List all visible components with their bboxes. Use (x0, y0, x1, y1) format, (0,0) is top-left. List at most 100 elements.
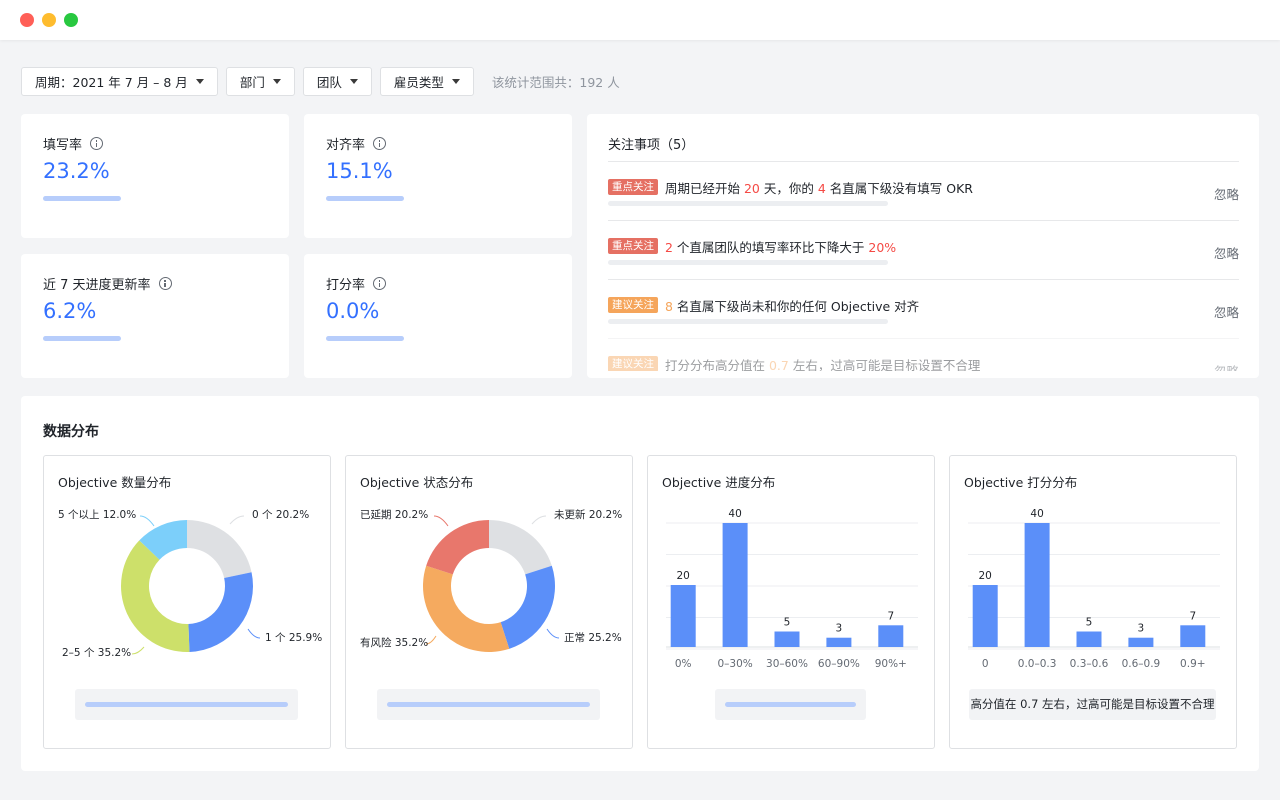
kpi-title: 打分率 (326, 274, 387, 293)
focus-text-segment: 天，你的 (759, 181, 818, 196)
focus-highlight-value: 2 (665, 240, 673, 255)
objective-count-donut-chart: 0 个 20.2% 1 个 25.9% 2–5 个 35.2% 5 个以上 12.0% (58, 509, 322, 659)
chart-title: Objective 状态分布 (360, 475, 474, 490)
slice-label-leader (131, 646, 145, 655)
bar[interactable] (670, 585, 696, 647)
slice-label-leader (139, 515, 155, 527)
bar-value-label: 7 (887, 610, 894, 622)
focus-highlight-value: 4 (817, 181, 826, 196)
bar[interactable] (1128, 637, 1154, 647)
bar[interactable] (826, 637, 852, 647)
bar[interactable] (878, 625, 904, 647)
footer-placeholder-bar (387, 702, 590, 707)
slice-label: 0 个 20.2% (252, 509, 309, 521)
ignore-button[interactable]: 忽略 (1214, 243, 1239, 262)
focus-text-segment: 打分分布高分值在 (665, 358, 769, 371)
category-tick-label: 60–90% (818, 658, 860, 670)
kpi-value: 6.2% (43, 299, 97, 323)
maximize-window-button[interactable] (64, 13, 78, 27)
slice-label: 有风险 35.2% (360, 636, 428, 649)
employee-type-dropdown[interactable]: 雇员类型 (379, 67, 474, 96)
kpi-value: 15.1% (326, 159, 393, 183)
slice-label: 已延期 20.2% (360, 509, 428, 521)
donut-slice[interactable] (489, 520, 552, 575)
footer-placeholder-bar (85, 702, 288, 707)
bar[interactable] (1180, 625, 1206, 647)
kpi-label: 近 7 天进度更新率 (43, 278, 151, 293)
kpi-value: 0.0% (326, 299, 380, 323)
team-dropdown[interactable]: 团队 (302, 67, 372, 96)
objective-score-bar-chart: 20 0 40 0.0–0.3 5 0.3–0.6 3 0.6–0.9 7 0.9+ (968, 508, 1220, 670)
kpi-label: 打分率 (326, 278, 366, 293)
ignore-button[interactable]: 忽略 (1214, 361, 1239, 371)
focus-priority-tag: 建议关注 (608, 356, 658, 371)
caret-down-icon (195, 79, 204, 84)
focus-placeholder-bar (608, 201, 888, 206)
close-window-button[interactable] (20, 13, 34, 27)
bar-value-label: 5 (784, 617, 791, 629)
filter-bar: 周期：2021 年 7 月 – 8 月 部门 团队 雇员类型 该统计范围共：19… (21, 67, 620, 96)
slice-label: 1 个 25.9% (265, 632, 322, 644)
chart-title: Objective 打分分布 (964, 475, 1078, 490)
focus-priority-tag: 建议关注 (608, 297, 658, 313)
info-icon[interactable] (158, 277, 172, 290)
kpi-placeholder-bar (43, 196, 121, 201)
focus-text-segment: 左右，过高可能是目标设置不合理 (788, 358, 981, 371)
kpi-title: 填写率 (43, 134, 104, 153)
focus-list[interactable]: 重点关注 周期已经开始 20 天，你的 4 名直属下级没有填写 OKR 忽略 重点关注… (608, 161, 1239, 371)
caret-down-icon (272, 79, 281, 84)
slice-label: 2–5 个 35.2% (62, 647, 131, 659)
info-icon[interactable] (373, 137, 387, 150)
employee-type-dropdown-label: 雇员类型 (393, 75, 444, 90)
info-icon[interactable] (373, 277, 387, 290)
kpi-title: 近 7 天进度更新率 (43, 274, 172, 293)
slice-label-leader (229, 515, 245, 525)
focus-highlight-value: 0.7 (768, 358, 789, 371)
caret-down-icon (349, 79, 358, 84)
bar[interactable] (1024, 523, 1050, 647)
slice-label: 5 个以上 12.0% (58, 509, 136, 521)
bar[interactable] (774, 631, 800, 648)
kpi-card-alignment-rate: 对齐率 15.1% (304, 114, 572, 238)
objective-status-donut-chart: 未更新 20.2% 正常 25.2% 有风险 35.2% 已延期 20.2% (360, 508, 622, 652)
focus-text-segment: 名直属下级没有填写 OKR (825, 181, 973, 196)
category-tick-label: 0.3–0.6 (1070, 658, 1109, 670)
focus-text-segment: 名直属下级尚未和你的任何 Objective 对齐 (672, 299, 920, 314)
bar[interactable] (1076, 631, 1102, 648)
focus-text-segment: 个直属团队的填写率环比下降大于 (672, 240, 869, 255)
slice-label-leader (433, 515, 449, 527)
bar-value-label: 20 (677, 570, 690, 582)
donut-slice[interactable] (187, 520, 252, 579)
donut-slice[interactable] (500, 565, 555, 649)
objective-score-chart-card: Objective 打分分布 20 0 40 0.0–0.3 5 0.3–0.6 3 0.6–… (949, 455, 1237, 749)
kpi-placeholder-bar (326, 196, 404, 201)
minimize-window-button[interactable] (42, 13, 56, 27)
bar-value-label: 40 (1030, 508, 1043, 520)
slice-label: 未更新 20.2% (554, 508, 622, 521)
focus-placeholder-bar (608, 319, 888, 324)
donut-slice[interactable] (426, 520, 489, 575)
range-summary-text: 该统计范围共：192 人 (491, 75, 620, 90)
focus-item-text: 打分分布高分值在 0.7 左右，过高可能是目标设置不合理 (665, 355, 980, 371)
bar[interactable] (972, 585, 998, 647)
objective-progress-chart-card: Objective 进度分布 20 0% 40 0–30% 5 30–60% 3 60–90%… (647, 455, 935, 749)
focus-highlight-value: 8 (665, 299, 673, 314)
department-dropdown[interactable]: 部门 (225, 67, 295, 96)
focus-item: 重点关注 2 个直属团队的填写率环比下降大于 20% 忽略 (608, 220, 1239, 279)
ignore-button[interactable]: 忽略 (1214, 302, 1239, 321)
category-tick-label: 0% (675, 658, 692, 670)
category-tick-label: 0.9+ (1180, 658, 1206, 670)
bar-value-label: 3 (836, 623, 843, 635)
focus-item-text: 8 名直属下级尚未和你的任何 Objective 对齐 (665, 296, 919, 315)
period-dropdown[interactable]: 周期：2021 年 7 月 – 8 月 (21, 67, 218, 96)
donut-slice[interactable] (121, 540, 190, 652)
kpi-placeholder-bar (43, 336, 121, 341)
bar[interactable] (722, 523, 748, 647)
donut-slice[interactable] (188, 572, 253, 652)
chart-footer-placeholder (377, 689, 600, 720)
ignore-button[interactable]: 忽略 (1214, 184, 1239, 203)
team-dropdown-label: 团队 (316, 75, 342, 90)
donut-slice[interactable] (423, 565, 510, 652)
info-icon[interactable] (90, 137, 104, 150)
score-distribution-note: 高分值在 0.7 左右，过高可能是目标设置不合理 (969, 689, 1216, 720)
